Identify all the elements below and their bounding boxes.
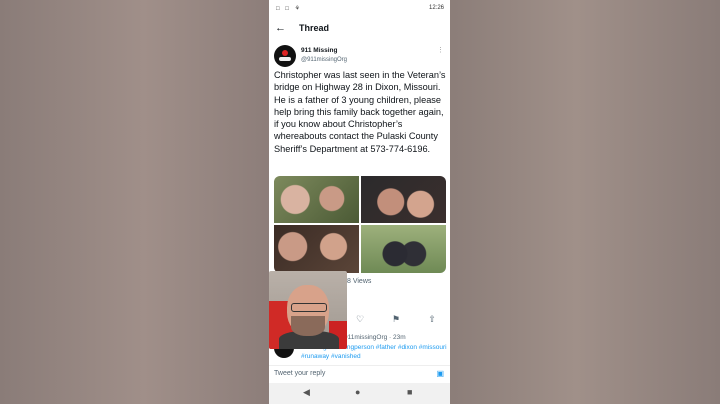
reply-input[interactable]: Tweet your reply <box>274 370 325 377</box>
avatar[interactable] <box>274 45 296 67</box>
app-bar: ← Thread <box>269 18 450 40</box>
nav-home-icon[interactable]: ● <box>355 387 360 397</box>
status-bar: □ □ ⚘ 12:26 <box>269 0 450 18</box>
status-icons: □ □ ⚘ <box>276 6 302 12</box>
status-time: 12:26 <box>428 5 444 11</box>
reply-bar: Tweet your reply ▣ <box>269 365 450 383</box>
photo-3[interactable] <box>274 225 359 273</box>
system-nav-bar: ◀ ● ■ <box>269 383 450 404</box>
photo-grid[interactable] <box>274 176 446 273</box>
author-handle[interactable]: @911missingOrg <box>301 57 347 63</box>
camera-icon[interactable]: ▣ <box>436 369 444 378</box>
photo-2[interactable] <box>361 176 446 223</box>
more-options-icon[interactable]: ⋮ <box>437 46 444 54</box>
photo-4[interactable] <box>361 225 446 273</box>
tweet-text: Christopher was last seen in the Veteran… <box>274 70 446 154</box>
photo-1[interactable] <box>274 176 359 223</box>
webcam-overlay <box>269 271 347 349</box>
nav-back-icon[interactable]: ◀ <box>303 387 310 398</box>
author-name[interactable]: 911 Missing <box>301 47 338 54</box>
back-arrow-icon[interactable]: ← <box>275 22 286 34</box>
like-icon[interactable]: ♡ <box>353 312 367 326</box>
page-title: Thread <box>299 23 330 33</box>
views-count[interactable]: 8 Views <box>347 278 371 285</box>
reply-header[interactable]: 911missingOrg · 23m <box>344 334 406 341</box>
bookmark-icon[interactable]: ⚑ <box>389 312 403 326</box>
nav-recents-icon[interactable]: ■ <box>407 387 412 397</box>
share-icon[interactable]: ⇧ <box>425 312 439 326</box>
